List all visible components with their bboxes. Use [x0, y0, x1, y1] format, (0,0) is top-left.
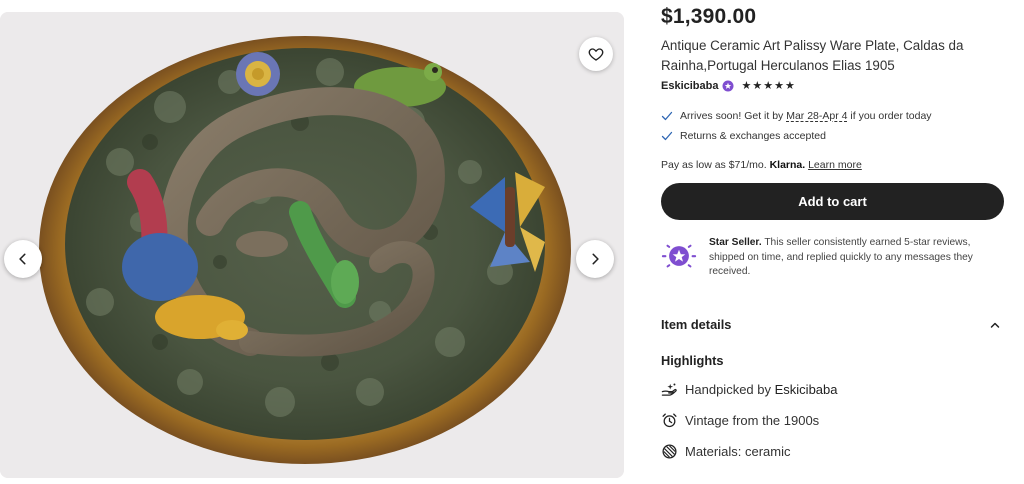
star-icon: ★ [741, 79, 752, 92]
item-details-label: Item details [661, 317, 732, 332]
heart-icon [588, 48, 604, 61]
highlight-handpicked: Handpicked by Eskicibaba [661, 381, 838, 398]
price: $1,390.00 [661, 5, 757, 28]
handpicked-prefix: Handpicked by [685, 382, 771, 397]
materials-text: Materials: ceramic [685, 444, 791, 459]
star-seller-badge-icon [661, 244, 697, 268]
klarna-logo: Klarna. [769, 159, 806, 171]
star-icon: ★ [763, 79, 774, 92]
star-icon: ★ [774, 79, 784, 92]
hand-icon [661, 383, 677, 396]
favorite-button[interactable] [579, 37, 613, 71]
check-icon [661, 131, 673, 141]
star-seller-notice: Star Seller. This seller consistently ea… [661, 236, 1006, 280]
check-icon [661, 111, 673, 121]
previous-image-button[interactable] [4, 240, 42, 278]
installment-text: Pay as low as $71/mo. [661, 159, 767, 171]
next-image-button[interactable] [576, 240, 614, 278]
seller-row: Eskicibaba ★ ★ ★ ★ ★ [661, 80, 795, 92]
chevron-right-icon [592, 253, 599, 265]
seller-name-link[interactable]: Eskicibaba [661, 80, 718, 92]
arrival-prefix: Arrives soon! Get it by [680, 110, 784, 122]
highlights-heading: Highlights [661, 353, 724, 368]
learn-more-link[interactable]: Learn more [808, 159, 862, 171]
arrival-suffix: if you order today [850, 110, 932, 122]
highlight-materials: Materials: ceramic [661, 443, 790, 460]
listing-title: Antique Ceramic Art Palissy Ware Plate, … [661, 38, 964, 73]
arrival-row: Arrives soon! Get it by Mar 28-Apr 4 if … [661, 110, 932, 122]
star-icon: ★ [752, 79, 763, 92]
returns-row: Returns & exchanges accepted [661, 130, 826, 142]
product-image-gallery[interactable] [0, 12, 624, 478]
handpicked-seller-link[interactable]: Eskicibaba [775, 382, 838, 397]
chevron-left-icon [19, 253, 26, 265]
rating-stars[interactable]: ★ ★ ★ ★ ★ [741, 79, 795, 92]
product-image [0, 12, 624, 478]
arrival-dates[interactable]: Mar 28-Apr 4 [786, 110, 847, 122]
chevron-up-icon [990, 322, 1000, 328]
installment-row: Pay as low as $71/mo. Klarna. Learn more [661, 159, 862, 171]
returns-text: Returns & exchanges accepted [680, 130, 826, 142]
material-icon [662, 444, 677, 459]
highlight-vintage: Vintage from the 1900s [661, 412, 819, 429]
alarm-clock-icon [662, 413, 677, 428]
star-icon: ★ [784, 79, 795, 92]
item-details-toggle[interactable]: Item details [661, 317, 1001, 332]
star-seller-text: Star Seller. This seller consistently ea… [709, 236, 1006, 280]
add-to-cart-button[interactable]: Add to cart [661, 183, 1004, 220]
star-seller-heading: Star Seller. [709, 237, 762, 248]
star-badge-icon [722, 80, 734, 92]
vintage-text: Vintage from the 1900s [685, 413, 820, 428]
